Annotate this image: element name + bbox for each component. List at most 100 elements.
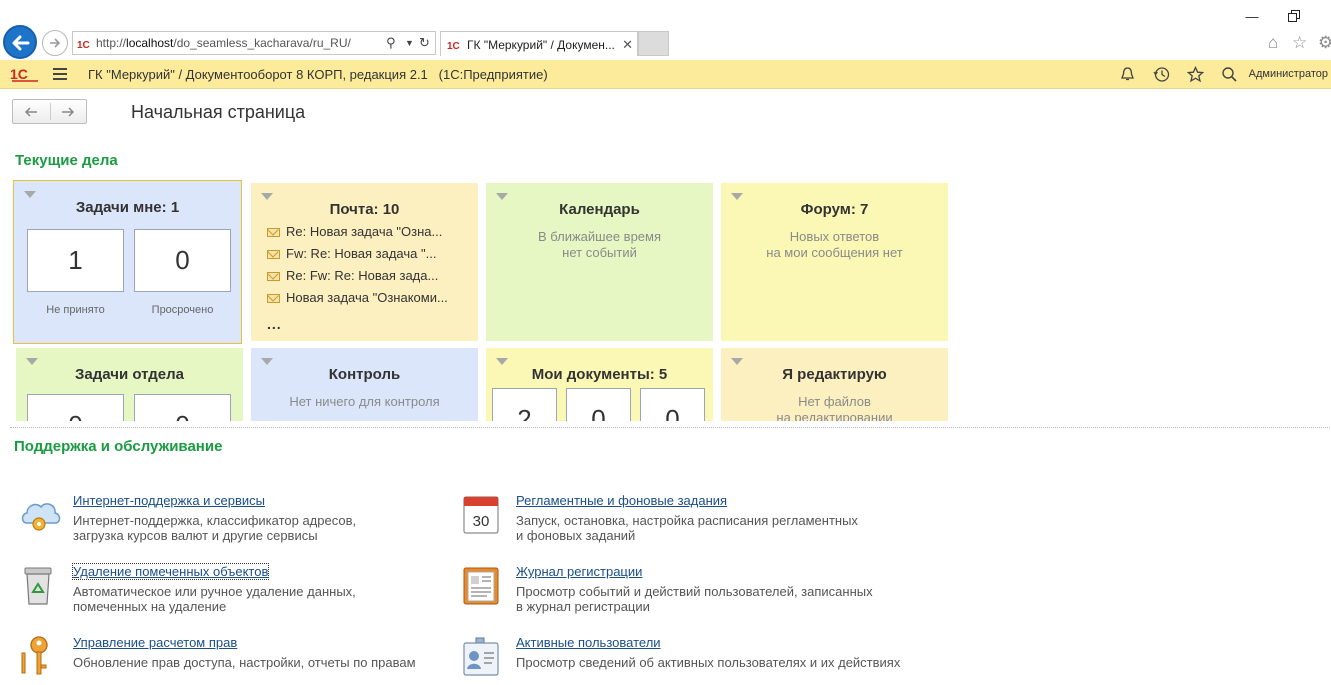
support-description: Интернет-поддержка, классификатор адресо… xyxy=(73,513,357,543)
mail-item[interactable]: Новая задача "Ознакоми... xyxy=(267,290,448,305)
counter-label: Просрочено xyxy=(151,304,214,316)
new-tab-button[interactable] xyxy=(638,31,669,56)
main-menu-icon[interactable] xyxy=(53,68,67,80)
favorites-star-icon[interactable]: ☆ xyxy=(1292,33,1307,53)
collapse-icon[interactable] xyxy=(26,358,38,365)
tile-title[interactable]: Я редактирую xyxy=(721,366,948,383)
dropdown-icon[interactable]: ▼ xyxy=(405,38,414,48)
support-link[interactable]: Журнал регистрации xyxy=(516,564,642,579)
history-icon[interactable] xyxy=(1153,66,1170,83)
counter[interactable]: 0 xyxy=(566,388,631,421)
collapse-icon[interactable] xyxy=(261,358,273,365)
journal-icon xyxy=(463,567,499,605)
settings-gear-icon[interactable]: ⚙ xyxy=(1318,33,1331,53)
support-description: Просмотр событий и действий пользователе… xyxy=(516,584,873,614)
support-description: Запуск, остановка, настройка расписания … xyxy=(516,513,858,543)
calendar-day: 30 xyxy=(473,513,490,530)
support-link[interactable]: Удаление помеченных объектов xyxy=(71,563,270,580)
tile-control[interactable]: Контроль Нет ничего для контроля xyxy=(251,348,478,421)
collapse-icon[interactable] xyxy=(496,358,508,365)
mail-item[interactable]: Re: Новая задача "Озна... xyxy=(267,224,442,239)
support-description: Автоматическое или ручное удаление данны… xyxy=(73,584,356,614)
tile-title[interactable]: Почта: 10 xyxy=(251,201,478,218)
browser-tab[interactable]: 1C ГК "Меркурий" / Докумен... ✕ xyxy=(440,31,638,56)
counter-label: Не принято xyxy=(46,304,105,316)
envelope-icon xyxy=(267,250,280,259)
collapse-icon[interactable] xyxy=(731,193,743,200)
app-top-bar: 1С ГК "Меркурий" / Документооборот 8 КОР… xyxy=(0,60,1331,89)
counter-not-accepted[interactable]: 1 xyxy=(27,229,124,292)
tile-title[interactable]: Форум: 7 xyxy=(721,201,948,218)
tile-message: Новых ответов на мои сообщения нет xyxy=(766,229,903,260)
support-link[interactable]: Управление расчетом прав xyxy=(73,635,237,650)
support-link[interactable]: Интернет-поддержка и сервисы xyxy=(73,493,265,508)
collapse-icon[interactable] xyxy=(24,191,36,198)
tile-title[interactable]: Контроль xyxy=(251,366,478,383)
support-description: Обновление прав доступа, настройки, отче… xyxy=(73,655,416,670)
current-user[interactable]: Администратор xyxy=(1249,68,1328,80)
page-back-icon[interactable] xyxy=(24,106,38,118)
envelope-icon xyxy=(267,228,280,237)
search-icon[interactable]: ⚲ xyxy=(386,35,396,51)
tile-title[interactable]: Задачи мне: 1 xyxy=(14,199,241,216)
page-nav-buttons xyxy=(12,99,87,124)
counter[interactable]: 0 xyxy=(27,394,124,421)
tile-title[interactable]: Календарь xyxy=(486,201,713,218)
calendar-icon: 30 xyxy=(463,496,499,534)
tile-my-documents[interactable]: Мои документы: 5 2 0 0 xyxy=(486,348,713,421)
address-url[interactable]: http://localhost/do_seamless_kacharava/r… xyxy=(96,36,351,50)
search-icon[interactable] xyxy=(1221,66,1238,83)
tab-title: ГК "Меркурий" / Докумен... xyxy=(467,38,615,52)
tile-editing[interactable]: Я редактирую Нет файлов на редактировании xyxy=(721,348,948,421)
favorites-star-icon[interactable] xyxy=(1187,66,1204,83)
svg-text:1C: 1C xyxy=(447,41,460,50)
recycle-bin-icon xyxy=(24,567,52,605)
support-item-internet: Интернет-поддержка и сервисы Интернет-по… xyxy=(19,493,459,545)
minimize-icon[interactable]: — xyxy=(1245,10,1259,24)
support-heading: Поддержка и обслуживание xyxy=(14,438,223,455)
mail-more-link[interactable]: ... xyxy=(267,316,282,332)
support-item-journal: Журнал регистрации Просмотр событий и де… xyxy=(462,564,902,616)
tile-mail[interactable]: Почта: 10 Re: Новая задача "Озна... Fw: … xyxy=(251,183,478,341)
arrow-right-icon xyxy=(50,38,61,48)
support-description: Просмотр сведений об активных пользовате… xyxy=(516,655,901,670)
app-platform-text: (1С:Предприятие) xyxy=(438,67,548,82)
mail-item[interactable]: Fw: Re: Новая задача "... xyxy=(267,246,436,261)
mail-item[interactable]: Re: Fw: Re: Новая зада... xyxy=(267,268,438,283)
counter[interactable]: 0 xyxy=(134,394,231,421)
envelope-icon xyxy=(267,272,280,281)
tile-title[interactable]: Задачи отдела xyxy=(16,366,243,383)
tile-calendar[interactable]: Календарь В ближайшее время нет событий xyxy=(486,183,713,341)
svg-text:1С: 1С xyxy=(10,66,28,82)
current-affairs-heading: Текущие дела xyxy=(15,152,118,169)
restore-icon[interactable] xyxy=(1287,10,1301,24)
collapse-icon[interactable] xyxy=(731,358,743,365)
tile-dept-tasks[interactable]: Задачи отдела 0 0 xyxy=(16,348,243,421)
collapse-icon[interactable] xyxy=(261,193,273,200)
current-affairs-panel: Задачи мне: 1 1 0 Не принято Просрочено … xyxy=(10,177,1330,421)
support-link[interactable]: Регламентные и фоновые задания xyxy=(516,493,727,508)
close-tab-icon[interactable]: ✕ xyxy=(622,37,633,53)
browser-forward-button[interactable] xyxy=(42,30,68,56)
page-title: Начальная страница xyxy=(131,102,306,122)
browser-back-button[interactable] xyxy=(3,25,37,59)
collapse-icon[interactable] xyxy=(496,193,508,200)
tile-forum[interactable]: Форум: 7 Новых ответов на мои сообщения н… xyxy=(721,183,948,341)
support-link[interactable]: Активные пользователи xyxy=(516,635,661,650)
counter[interactable]: 0 xyxy=(640,388,705,421)
counter[interactable]: 2 xyxy=(492,388,557,421)
refresh-icon[interactable]: ↻ xyxy=(419,35,430,51)
key-icon xyxy=(21,636,48,675)
envelope-icon xyxy=(267,294,280,303)
tile-tasks-to-me[interactable]: Задачи мне: 1 1 0 Не принято Просрочено xyxy=(13,180,242,344)
counter-overdue[interactable]: 0 xyxy=(134,229,231,292)
cloud-gear-icon xyxy=(21,503,61,531)
tile-message: Нет ничего для контроля xyxy=(289,394,440,409)
address-bar[interactable]: 1C http://localhost/do_seamless_kacharav… xyxy=(72,31,436,55)
page-forward-icon[interactable] xyxy=(61,106,75,118)
nav-separator xyxy=(50,103,51,120)
home-icon[interactable]: ⌂ xyxy=(1268,33,1278,53)
support-item-scheduled: 30 Регламентные и фоновые задания Запуск… xyxy=(462,493,902,545)
bell-icon[interactable] xyxy=(1119,66,1136,83)
tile-title[interactable]: Мои документы: 5 xyxy=(486,366,713,383)
